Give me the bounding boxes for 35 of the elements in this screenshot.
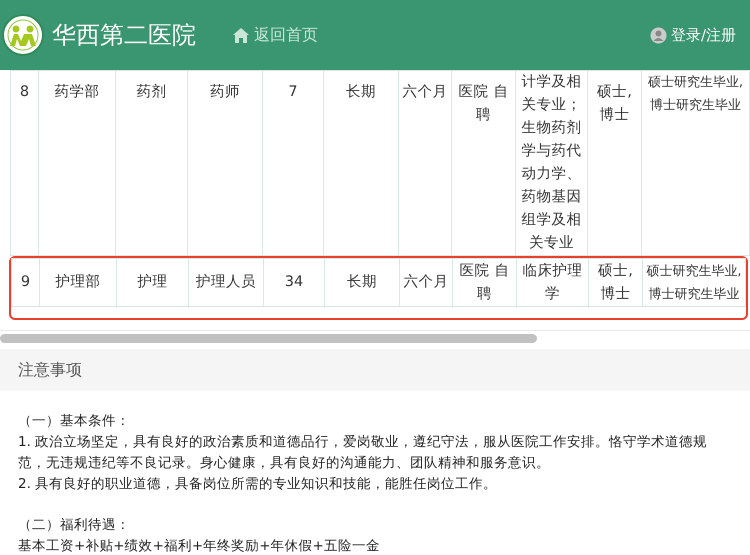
table-cell: 药学部 bbox=[38, 70, 116, 256]
table-cell: 硕士,博士 bbox=[588, 70, 642, 256]
table-cell: 7 bbox=[262, 70, 324, 256]
table-cell: 六个月 bbox=[400, 258, 452, 306]
table-cell: 六个月 bbox=[398, 70, 452, 256]
table-cell: 9 bbox=[12, 258, 40, 306]
table-cell: 护理部 bbox=[40, 258, 116, 306]
table-cell: 长期 bbox=[324, 70, 398, 256]
paragraph: 2. 具有良好的职业道德，具备岗位所需的专业知识和技能，能胜任岗位工作。 bbox=[18, 475, 498, 494]
table-cell: 护理人员 bbox=[188, 258, 264, 306]
scrollbar[interactable] bbox=[0, 334, 537, 343]
paragraph: 1. 政治立场坚定，具有良好的政治素质和道德品行，爱岗敬业，遵纪守法，服从医院工作安排。恪守学术道德规范，无违规违纪等不良记录。身心健康，具有良好的沟通能力、团队精神和服务意识。 bbox=[18, 433, 708, 473]
home-link[interactable]: 返回首页 bbox=[232, 23, 318, 47]
paragraph: 基本工资+补贴+绩效+福利+年终奖励+年休假+五险一金 bbox=[18, 537, 381, 555]
table-cell: 药剂 bbox=[116, 70, 188, 256]
table-cell: 34 bbox=[264, 258, 324, 306]
table-cell: 8 bbox=[10, 70, 38, 256]
table-cell: 药师 bbox=[188, 70, 262, 256]
section-title: 注意事项 bbox=[0, 349, 750, 391]
table-cell: 护理 bbox=[116, 258, 188, 306]
logo-icon bbox=[2, 14, 44, 56]
table-cell: 临床护理学 bbox=[516, 258, 588, 306]
table-cell: 医院 自聘 bbox=[452, 258, 516, 306]
home-icon bbox=[232, 26, 250, 44]
table-cell: 长期 bbox=[324, 258, 400, 306]
table-cell: 硕士研究生毕业,博士研究生毕业 bbox=[642, 258, 746, 306]
table-cell: 硕士研究生毕业,博士研究生毕业 bbox=[642, 70, 750, 256]
login-link[interactable]: 登录/注册 bbox=[650, 24, 736, 46]
table-cell: 计学及相关专业；生物药剂学与药代动力学、药物基因组学及相关专业 bbox=[516, 70, 588, 256]
table-cell: 硕士,博士 bbox=[588, 258, 642, 306]
site-title: 华西第二医院 bbox=[52, 20, 196, 51]
table-cell: 医院 自聘 bbox=[452, 70, 516, 256]
section-heading: （一）基本条件： bbox=[18, 412, 131, 431]
user-icon bbox=[650, 26, 667, 44]
section-heading: （二）福利待遇： bbox=[18, 516, 131, 535]
